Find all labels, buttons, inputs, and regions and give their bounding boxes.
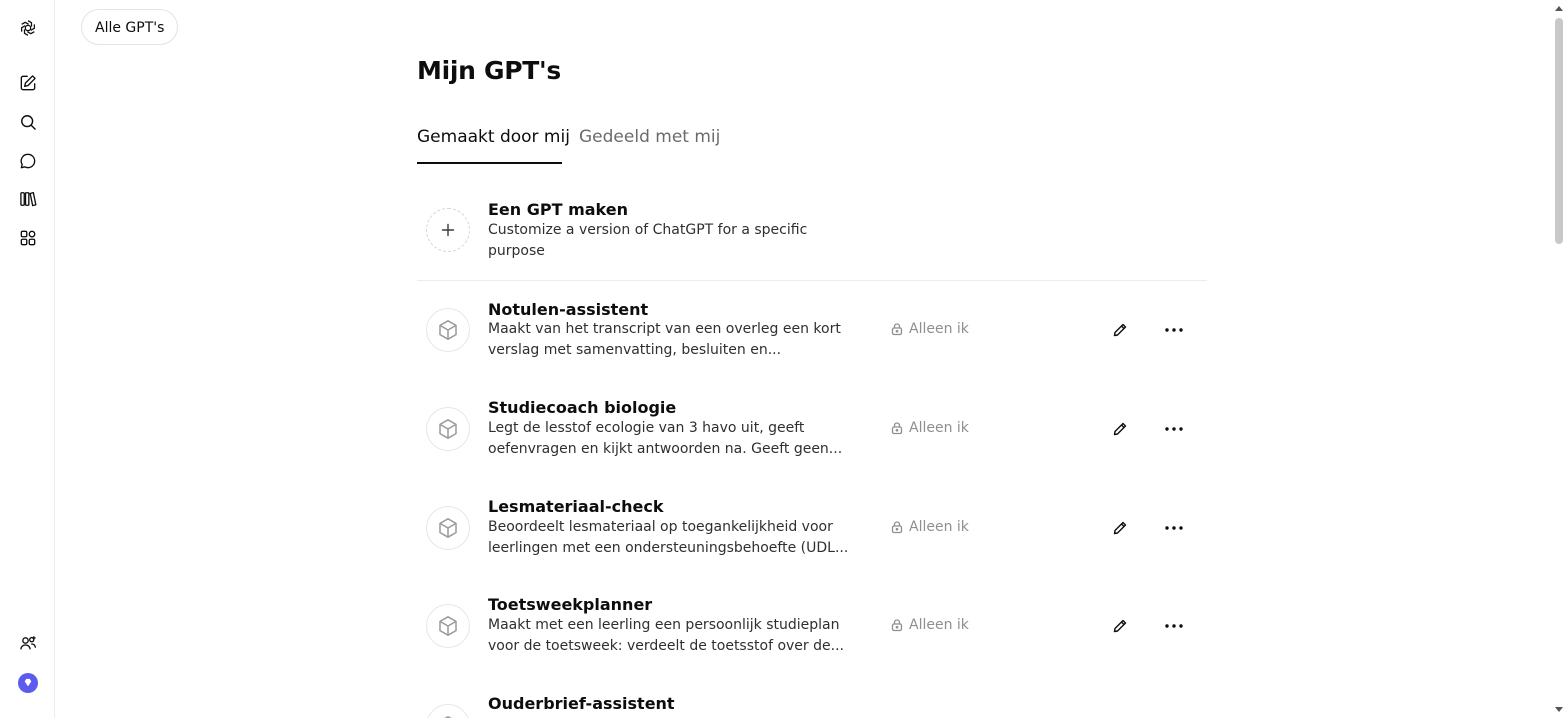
more-horizontal-icon bbox=[1165, 427, 1183, 431]
scroll-down-arrow-icon[interactable] bbox=[1554, 706, 1564, 714]
more-options-button[interactable] bbox=[1160, 514, 1188, 542]
tab-shared-with-me[interactable]: Gedeeld met mij bbox=[579, 124, 720, 164]
gpt-description-line: verslag met samenvatting, besluiten en..… bbox=[488, 342, 782, 358]
edit-gpt-button[interactable] bbox=[1106, 612, 1134, 640]
lock-icon bbox=[891, 521, 903, 534]
pencil-icon bbox=[1113, 619, 1127, 633]
page-title: Mijn GPT's bbox=[417, 56, 561, 85]
create-gpt-description-line: Customize a version of ChatGPT for a spe… bbox=[488, 222, 808, 238]
edit-gpt-button[interactable] bbox=[1106, 316, 1134, 344]
gpt-name: Studiecoach biologie bbox=[488, 398, 677, 417]
create-gpt-description: Customize a version of ChatGPT for a spe… bbox=[488, 220, 856, 262]
lock-icon bbox=[891, 422, 903, 435]
pencil-icon bbox=[1113, 323, 1127, 337]
gpt-name: Lesmateriaal-check bbox=[488, 497, 664, 516]
cube-icon bbox=[426, 308, 470, 352]
openai-logo-icon[interactable] bbox=[16, 16, 40, 40]
pencil-icon bbox=[1113, 521, 1127, 535]
gpt-row[interactable]: Notulen-assistent Maakt van het transcri… bbox=[417, 290, 1207, 388]
edit-gpt-button[interactable] bbox=[1106, 514, 1134, 542]
plus-icon bbox=[426, 208, 470, 252]
more-options-button[interactable] bbox=[1160, 612, 1188, 640]
cube-icon bbox=[426, 506, 470, 550]
create-gpt-title: Een GPT maken bbox=[488, 200, 629, 219]
cube-icon bbox=[426, 704, 470, 718]
gpt-name: Ouderbrief-assistent bbox=[488, 694, 675, 713]
gpt-description: Legt de lesstof ecologie van 3 havo uit,… bbox=[488, 418, 856, 460]
gpt-description: Maakt met een leerling een persoonlijk s… bbox=[488, 615, 856, 657]
visibility-text: Alleen ik bbox=[909, 519, 969, 535]
sidebar-rail bbox=[0, 0, 55, 718]
people-icon[interactable] bbox=[16, 631, 40, 655]
gpt-description-line: voor de toetsweek: verdeelt de toetsstof… bbox=[488, 638, 844, 654]
gpt-description: Beoordeelt lesmateriaal op toegankelijkh… bbox=[488, 517, 856, 559]
tab-created-by-me[interactable]: Gemaakt door mij bbox=[417, 124, 570, 164]
visibility-label: Alleen ik bbox=[890, 321, 969, 337]
gpt-description-line: Legt de lesstof ecologie van 3 havo uit,… bbox=[488, 420, 805, 436]
gpt-name: Notulen-assistent bbox=[488, 300, 649, 319]
gpt-description: Maakt van het transcript van een overleg… bbox=[488, 319, 856, 361]
pencil-icon bbox=[1113, 422, 1127, 436]
search-icon[interactable] bbox=[16, 110, 40, 134]
visibility-text: Alleen ik bbox=[909, 617, 969, 633]
visibility-label: Alleen ik bbox=[890, 617, 969, 633]
gpt-name: Toetsweekplanner bbox=[488, 595, 653, 614]
lock-icon bbox=[891, 323, 903, 336]
visibility-text: Alleen ik bbox=[909, 321, 969, 337]
gpt-description-line: Maakt van het transcript van een overleg… bbox=[488, 321, 841, 337]
lock-icon bbox=[891, 619, 903, 632]
chat-bubble-icon[interactable] bbox=[16, 149, 40, 173]
scroll-up-arrow-icon[interactable] bbox=[1554, 4, 1564, 12]
cube-icon bbox=[426, 407, 470, 451]
more-horizontal-icon bbox=[1165, 526, 1183, 530]
edit-gpt-button[interactable] bbox=[1106, 415, 1134, 443]
apps-icon[interactable] bbox=[16, 226, 40, 250]
gpt-description-line: oefenvragen en kijkt antwoorden na. Geef… bbox=[488, 441, 843, 457]
visibility-label: Alleen ik bbox=[890, 519, 969, 535]
edit-icon[interactable] bbox=[16, 71, 40, 95]
visibility-label: Alleen ik bbox=[890, 420, 969, 436]
scrollbar-thumb[interactable] bbox=[1555, 18, 1563, 244]
library-icon[interactable] bbox=[16, 187, 40, 211]
all-gpts-button[interactable]: Alle GPT's bbox=[81, 9, 179, 45]
visibility-text: Alleen ik bbox=[909, 420, 969, 436]
gpt-row[interactable]: Lesmateriaal-check Beoordeelt lesmateria… bbox=[417, 488, 1207, 586]
more-options-button[interactable] bbox=[1160, 316, 1188, 344]
cube-icon bbox=[426, 604, 470, 648]
more-options-button[interactable] bbox=[1160, 415, 1188, 443]
gpt-description-line: Beoordeelt lesmateriaal op toegankelijkh… bbox=[488, 519, 833, 535]
more-horizontal-icon bbox=[1165, 624, 1183, 628]
diamond-icon[interactable] bbox=[16, 671, 40, 695]
create-gpt-row[interactable]: Een GPT maken Customize a version of Cha… bbox=[417, 192, 1207, 281]
gpt-description-line: leerlingen met een ondersteuningsbehoeft… bbox=[488, 540, 849, 556]
gpt-row[interactable]: Studiecoach biologie Legt de lesstof eco… bbox=[417, 389, 1207, 487]
gpt-row[interactable]: Toetsweekplanner Maakt met een leerling … bbox=[417, 587, 1207, 685]
gpt-row[interactable]: Ouderbrief-assistent bbox=[417, 686, 1207, 718]
gpt-description-line: Maakt met een leerling een persoonlijk s… bbox=[488, 617, 840, 633]
create-gpt-description-line: purpose bbox=[488, 243, 545, 259]
more-horizontal-icon bbox=[1165, 328, 1183, 332]
